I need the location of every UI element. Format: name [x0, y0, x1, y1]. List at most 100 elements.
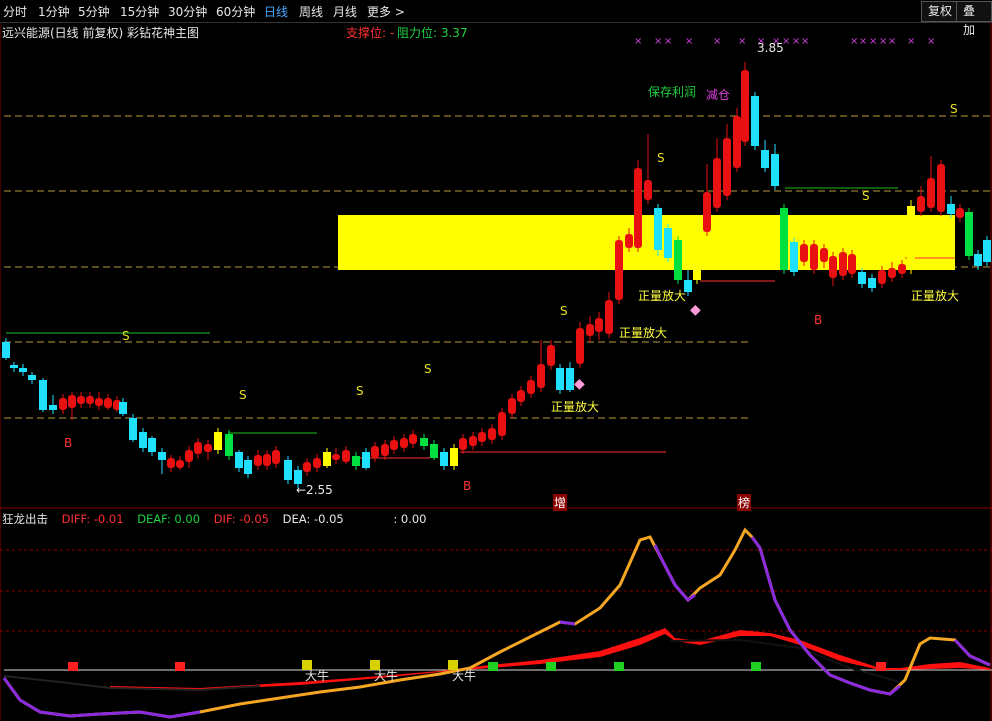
candle-body: [625, 234, 633, 248]
chart-title: 远兴能源(日线 前复权) 彩钻花神主图: [2, 26, 199, 40]
buy-mark: B: [814, 313, 823, 327]
candle-body: [810, 244, 818, 270]
x-mark: ×: [879, 36, 887, 47]
candle-body: [440, 452, 448, 466]
daniu-label: 大牛: [374, 669, 399, 683]
diamond-icon: ◆: [574, 376, 585, 392]
candle-body: [313, 458, 321, 468]
candle-body: [829, 256, 837, 278]
candle-body: [430, 444, 438, 458]
candle-body: [527, 380, 535, 394]
x-mark: ×: [713, 36, 721, 47]
candle-body: [761, 150, 769, 168]
daniu-label: 大牛: [305, 669, 330, 683]
candle-body: [965, 212, 973, 256]
candle-body: [214, 432, 222, 450]
volume-up-label: 正量放大: [619, 326, 668, 340]
candle-body: [713, 158, 721, 208]
resistance-level-label: 阻力位: 3.37: [397, 26, 468, 40]
x-mark: ×: [685, 36, 693, 47]
candle-body: [723, 138, 731, 196]
candle-body: [664, 228, 672, 258]
candle-body: [498, 412, 506, 436]
candle-body: [927, 178, 935, 208]
deaf-value: DEAF: 0.00: [137, 512, 201, 526]
candle-body: [235, 452, 243, 468]
sell-mark: S: [424, 362, 432, 376]
high-price-label: 3.85: [757, 41, 784, 55]
candle-body: [703, 192, 711, 232]
bang-tag: 榜: [737, 494, 752, 511]
low-price-label: ←2.55: [296, 483, 333, 497]
volume-up-label: 正量放大: [551, 400, 600, 414]
candle-body: [868, 278, 876, 288]
sell-mark: S: [862, 189, 870, 203]
zeng-tag: 增: [553, 494, 568, 511]
candle-body: [576, 328, 584, 364]
x-mark: ×: [888, 36, 896, 47]
candle-body: [634, 168, 642, 248]
sell-mark: S: [122, 329, 130, 343]
candle-body: [39, 380, 47, 410]
buy-mark: B: [64, 436, 73, 450]
support-level-label: 支撑位: -: [346, 26, 395, 40]
candle-body: [68, 395, 76, 408]
kline-chart: × × × × × × × × × × × × × × × × × ×: [0, 23, 992, 721]
candle-body: [674, 240, 682, 280]
candle-body: [469, 436, 477, 446]
x-mark: ×: [927, 36, 935, 47]
candle-body: [888, 268, 896, 278]
diamond-icon: ◆: [690, 302, 701, 318]
candle-body: [362, 452, 370, 468]
candle-body: [323, 452, 331, 466]
x-mark: ×: [654, 36, 662, 47]
candle-body: [225, 434, 233, 456]
x-mark: ×: [634, 36, 642, 47]
candle-body: [263, 454, 271, 466]
diff-value: DIFF: -0.01: [61, 512, 124, 526]
candle-body: [95, 398, 103, 406]
candle-body: [185, 450, 193, 462]
candle-body: [284, 460, 292, 480]
x-mark: ×: [738, 36, 746, 47]
candle-body: [947, 204, 955, 214]
candle-body: [937, 164, 945, 212]
candle-body: [907, 206, 915, 270]
candle-body: [371, 446, 379, 458]
candle-body: [104, 398, 112, 408]
volume-up-label: 正量放大: [911, 289, 960, 303]
candle-body: [244, 460, 252, 474]
candle-body: [733, 116, 741, 168]
candle-body: [800, 244, 808, 262]
candle-body: [19, 368, 27, 372]
x-mark: ×: [859, 36, 867, 47]
candle-body: [409, 434, 417, 444]
candle-body: [272, 450, 280, 464]
candle-body: [158, 452, 166, 460]
candle-body: [644, 180, 652, 200]
sell-mark: S: [356, 384, 364, 398]
candle-body: [254, 455, 262, 466]
candle-body: [478, 432, 486, 442]
candle-body: [878, 270, 886, 284]
candle-body: [49, 405, 57, 410]
x-mark: ×: [801, 36, 809, 47]
candle-body: [741, 70, 749, 142]
resistance-band: [338, 215, 955, 270]
sell-mark: S: [239, 388, 247, 402]
daniu-label: 大牛: [452, 669, 477, 683]
candle-body: [547, 345, 555, 366]
candle-body: [566, 368, 574, 390]
candle-body: [194, 442, 202, 454]
candle-body: [615, 240, 623, 300]
candle-body: [459, 438, 467, 450]
x-mark: ×: [792, 36, 800, 47]
candle-body: [86, 396, 94, 404]
candle-body: [983, 240, 991, 262]
candle-body: [294, 470, 302, 484]
candle-body: [790, 242, 798, 272]
candle-body: [28, 375, 36, 380]
candle-body: [148, 438, 156, 452]
candle-body: [2, 342, 10, 358]
candle-body: [898, 264, 906, 274]
